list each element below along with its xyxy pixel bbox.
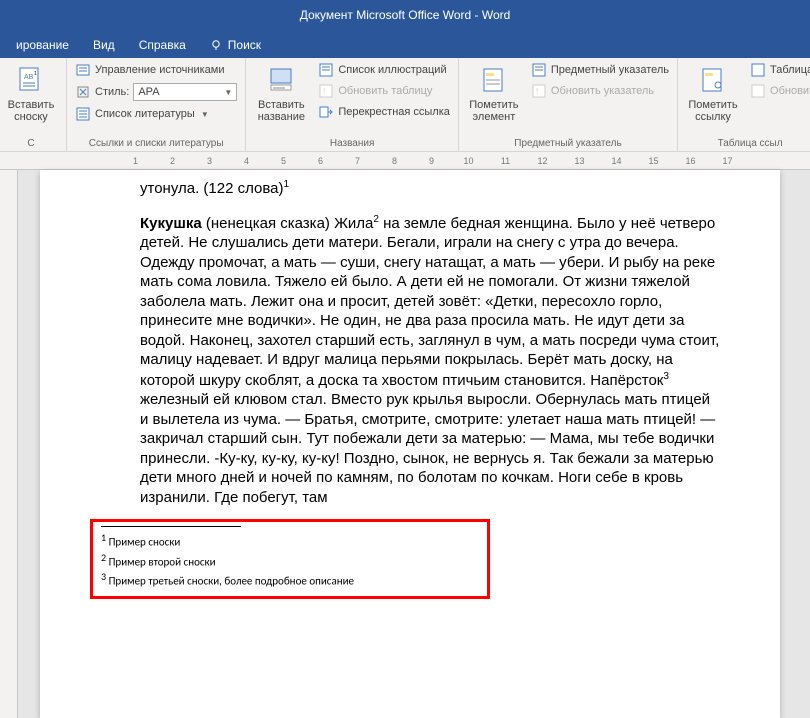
insert-index-button[interactable]: Предметный указатель [529,61,671,79]
update-table-icon: ! [318,83,334,99]
titlebar: Документ Microsoft Office Word - Word [0,0,810,30]
manage-sources-icon [75,62,91,78]
tell-me-search[interactable]: Поиск [198,32,273,58]
mark-citation-icon [698,65,728,95]
mark-citation-button[interactable]: Пометить ссылку [684,61,742,127]
update-toa-button: Обновит [748,82,810,100]
group-footnote-label: С [2,136,60,149]
insert-caption-label: Вставить название [254,99,308,123]
update-table-button: ! Обновить таблицу [316,82,452,100]
document-page[interactable]: утонула. (122 слова)1 Кукушка (ненецкая … [40,170,780,718]
footnote-1[interactable]: 1 Пример сноски [101,531,479,551]
tab-help[interactable]: Справка [127,32,198,58]
tab-partial[interactable]: ирование [4,32,81,58]
bibliography-button[interactable]: Список литературы ▼ [73,105,239,123]
crossref-icon [318,104,334,120]
style-icon [75,84,91,100]
update-index-icon: ! [531,83,547,99]
citation-style-dropdown[interactable]: Стиль: APA ▼ [73,82,239,102]
insert-footnote-button[interactable]: AB1 Вставить сноску [2,61,60,127]
manage-sources-button[interactable]: Управление источниками [73,61,239,79]
paragraph-2[interactable]: Кукушка (ненецкая сказка) Жила2 на земле… [140,213,720,508]
insert-table-figures-button[interactable]: Список иллюстраций [316,61,452,79]
mark-entry-button[interactable]: Пометить элемент [465,61,523,127]
group-index-label: Предметный указатель [465,136,671,149]
ribbon: AB1 Вставить сноску С Управление источни… [0,58,810,152]
toa-icon [750,62,766,78]
group-captions-label: Названия [252,136,452,149]
document-text[interactable]: утонула. (122 слова)1 Кукушка (ненецкая … [140,178,720,507]
horizontal-ruler[interactable]: 1 2 3 4 5 6 7 8 9 10 11 12 13 14 15 16 1… [0,152,810,170]
update-index-button: ! Обновить указатель [529,82,671,100]
footnote-separator [101,526,241,527]
chevron-down-icon: ▼ [201,110,209,119]
footnote-ref-3[interactable]: 3 [663,371,669,382]
svg-text:!: ! [323,87,325,96]
footnote-2[interactable]: 2 Пример второй сноски [101,551,479,571]
caption-icon [266,65,296,95]
title-text: Документ Microsoft Office Word - Word [300,8,511,22]
list-figures-icon [318,62,334,78]
vertical-ruler[interactable] [0,170,18,718]
ribbon-tabs: ирование Вид Справка Поиск [0,30,810,58]
svg-text:1: 1 [34,71,37,77]
ribbon-group-footnote: AB1 Вставить сноску С [0,58,67,151]
update-toa-icon [750,83,766,99]
footnote-icon: AB1 [16,65,46,95]
insert-toa-button[interactable]: Таблица [748,61,810,79]
mark-entry-icon [479,65,509,95]
mark-entry-label: Пометить элемент [467,99,521,123]
footnotes-highlight-box: 1 Пример сноски 2 Пример второй сноски 3… [90,519,490,599]
insert-caption-button[interactable]: Вставить название [252,61,310,127]
group-toa-label: Таблица ссыл [684,136,810,149]
style-selectbox[interactable]: APA ▼ [133,83,237,101]
svg-text:AB: AB [24,74,34,81]
chevron-down-icon: ▼ [224,88,232,97]
ribbon-group-captions: Вставить название Список иллюстраций ! О… [246,58,459,151]
group-citations-label: Ссылки и списки литературы [73,136,239,149]
bibliography-icon [75,106,91,122]
ribbon-group-index: Пометить элемент Предметный указатель ! … [459,58,678,151]
paragraph-1[interactable]: утонула. (122 слова)1 [140,178,720,199]
tell-me-label: Поиск [228,38,261,52]
lightbulb-icon [210,39,222,51]
cross-reference-button[interactable]: Перекрестная ссылка [316,103,452,121]
ribbon-group-citations: Управление источниками Стиль: APA ▼ [67,58,246,151]
insert-footnote-label: Вставить сноску [4,99,58,123]
mark-citation-label: Пометить ссылку [686,99,740,123]
svg-text:!: ! [536,87,538,96]
tab-view[interactable]: Вид [81,32,127,58]
footnote-3[interactable]: 3 Пример третьей сноски, более подробное… [101,570,479,590]
footnote-ref-1[interactable]: 1 [284,179,290,190]
ribbon-group-toa: Пометить ссылку Таблица Обновит Таблица … [678,58,810,151]
workspace: 1 2 3 4 5 6 7 8 9 10 11 12 13 14 15 16 1… [0,152,810,718]
insert-index-icon [531,62,547,78]
